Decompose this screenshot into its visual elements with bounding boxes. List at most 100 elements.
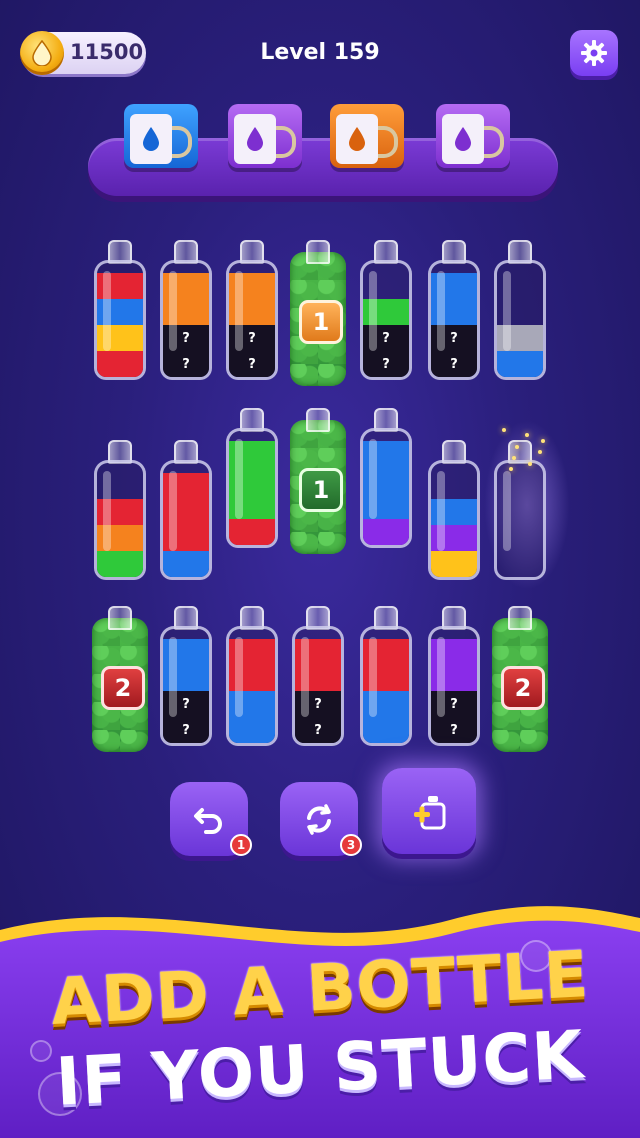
locked-bottle[interactable]: 1 — [290, 240, 346, 386]
bottle-body: ?? — [226, 260, 278, 380]
glass-shine — [503, 471, 511, 551]
lock-counter: 2 — [501, 666, 545, 710]
level-title: Level 159 — [260, 40, 380, 65]
bottle[interactable]: ?? — [428, 240, 480, 380]
add-bottle-icon — [414, 796, 446, 830]
bottle[interactable]: ?? — [292, 606, 344, 746]
glass-shine — [369, 439, 377, 519]
glass-shine — [369, 271, 377, 351]
bottle[interactable] — [160, 440, 212, 580]
box-rope — [378, 126, 398, 158]
glass-shine — [437, 271, 445, 351]
add-bottle-button[interactable] — [382, 768, 476, 854]
locked-bottle[interactable]: 2 — [92, 606, 148, 752]
bottle[interactable]: ?? — [226, 240, 278, 380]
shuffle-button[interactable]: 3 — [280, 782, 362, 856]
color-box-purple — [436, 104, 510, 168]
bottle-body — [226, 626, 278, 746]
box-rope — [276, 126, 296, 158]
liquid-segment-purple — [363, 519, 409, 545]
bottle[interactable] — [226, 408, 278, 548]
glass-shine — [103, 471, 111, 551]
count-badge: 3 — [340, 834, 362, 856]
bottle[interactable] — [226, 606, 278, 746]
water-drop-icon — [143, 127, 159, 151]
bottle-body — [360, 626, 412, 746]
bottle-body: ?? — [428, 626, 480, 746]
shuffle-icon — [307, 804, 331, 835]
glass-shine — [235, 271, 243, 351]
bottle-body — [494, 460, 546, 580]
glass-shine — [103, 271, 111, 351]
bottle-body: ?? — [428, 260, 480, 380]
bottle[interactable]: ?? — [160, 606, 212, 746]
color-box-blue — [124, 104, 198, 168]
bottle-body — [360, 428, 412, 548]
liquid-segment-blue — [163, 551, 209, 577]
gear-icon — [581, 40, 607, 66]
glass-shine — [503, 271, 511, 351]
bottle-body: ?? — [160, 260, 212, 380]
glass-shine — [437, 471, 445, 551]
bottle-neck — [508, 606, 532, 630]
liquid-segment-black: ? — [229, 351, 275, 377]
glass-shine — [437, 637, 445, 717]
locked-bottle[interactable]: 1 — [290, 408, 346, 554]
liquid-segment-blue — [229, 717, 275, 743]
box-rope — [172, 126, 192, 158]
glass-shine — [235, 637, 243, 717]
bottle[interactable] — [94, 440, 146, 580]
sparkle — [515, 445, 519, 449]
liquid-segment-red — [229, 519, 275, 545]
glass-shine — [169, 471, 177, 551]
glass-shine — [301, 637, 309, 717]
sparkle — [541, 439, 545, 443]
bottle[interactable] — [94, 240, 146, 380]
bottle-body — [94, 260, 146, 380]
box-face — [234, 114, 276, 164]
game-screen: 11500 Level 159 ???? 1???? 1 2?????? 2 13 — [0, 0, 640, 1138]
sparkle — [512, 456, 516, 460]
liquid-segment-black: ? — [163, 717, 209, 743]
liquid-segment-black: ? — [295, 717, 341, 743]
box-face — [130, 114, 172, 164]
bottle[interactable] — [494, 428, 546, 580]
liquid-segment-black: ? — [363, 351, 409, 377]
sparkle — [502, 428, 506, 432]
glass-shine — [235, 439, 243, 519]
sparkle — [538, 450, 542, 454]
liquid-segment-red — [97, 351, 143, 377]
bottle-body — [226, 428, 278, 548]
undo-button[interactable]: 1 — [170, 782, 252, 856]
bottle[interactable] — [360, 606, 412, 746]
glass-shine — [169, 637, 177, 717]
bottle[interactable]: ?? — [428, 606, 480, 746]
sparkle — [528, 462, 532, 466]
bottle-neck — [306, 240, 330, 264]
bottle-body — [94, 460, 146, 580]
water-drop-icon — [247, 127, 263, 151]
bottle-body — [494, 260, 546, 380]
bottle[interactable]: ?? — [360, 240, 412, 380]
bottle-body — [160, 460, 212, 580]
bottle[interactable] — [494, 240, 546, 380]
glass-shine — [369, 637, 377, 717]
sparkle — [509, 467, 513, 471]
glass-shine — [169, 271, 177, 351]
lock-counter: 2 — [101, 666, 145, 710]
liquid-segment-green — [97, 551, 143, 577]
settings-button[interactable] — [570, 30, 618, 76]
box-face — [336, 114, 378, 164]
locked-bottle[interactable]: 2 — [492, 606, 548, 752]
bottle-body — [428, 460, 480, 580]
bottle-neck — [306, 408, 330, 432]
liquid-segment-blue — [363, 717, 409, 743]
bottle[interactable]: ?? — [160, 240, 212, 380]
bottle[interactable] — [360, 408, 412, 548]
liquid-segment-black: ? — [431, 717, 477, 743]
lock-counter: 1 — [299, 300, 343, 344]
sparkle — [525, 433, 529, 437]
bottle[interactable] — [428, 440, 480, 580]
undo-icon — [194, 808, 222, 834]
box-rope — [484, 126, 504, 158]
